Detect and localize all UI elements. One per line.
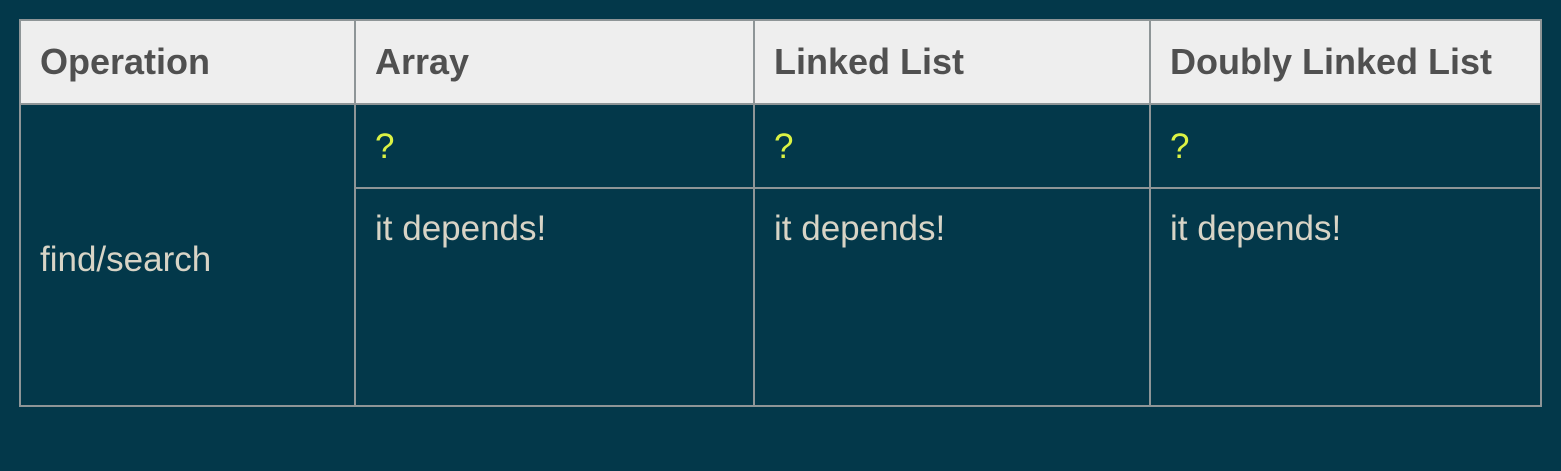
doubly-linked-list-answer-cell: it depends! xyxy=(1149,187,1542,407)
header-array: Array xyxy=(354,19,755,105)
header-doubly-linked-list: Doubly Linked List xyxy=(1149,19,1542,105)
linked-list-question-cell: ? xyxy=(753,103,1151,189)
comparison-table-container: Operation Array Linked List Doubly Linke… xyxy=(19,19,1542,407)
header-row: Operation Array Linked List Doubly Linke… xyxy=(19,19,1542,105)
header-linked-list: Linked List xyxy=(753,19,1151,105)
comparison-table: Operation Array Linked List Doubly Linke… xyxy=(19,19,1542,407)
operation-cell: find/search xyxy=(19,103,356,407)
linked-list-answer-cell: it depends! xyxy=(753,187,1151,407)
doubly-linked-list-question-cell: ? xyxy=(1149,103,1542,189)
header-operation: Operation xyxy=(19,19,356,105)
array-answer-cell: it depends! xyxy=(354,187,755,407)
array-question-cell: ? xyxy=(354,103,755,189)
question-row: find/search ? ? ? xyxy=(19,103,1542,407)
